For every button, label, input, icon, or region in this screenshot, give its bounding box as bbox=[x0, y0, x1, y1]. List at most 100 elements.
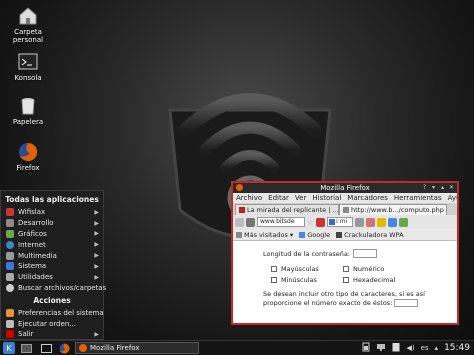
battery-icon[interactable] bbox=[362, 342, 370, 354]
menu-item-buscar[interactable]: Buscar archivos/carpetas bbox=[1, 283, 106, 294]
tab-replicante[interactable]: La mirada del replicante | ... ✕ bbox=[235, 204, 339, 215]
globe-icon bbox=[6, 240, 14, 249]
checkbox[interactable] bbox=[343, 266, 349, 272]
konsole-launcher-icon[interactable] bbox=[39, 342, 53, 355]
menu-item-internet[interactable]: Internet ▶ bbox=[1, 239, 103, 250]
menu-item-multimedia[interactable]: Multimedia ▶ bbox=[1, 250, 103, 261]
menu-item-wifislax[interactable]: Wifislax ▶ bbox=[1, 207, 103, 218]
start-menu: Todas las aplicaciones Wifislax ▶ Desarr… bbox=[0, 190, 106, 340]
firefox-icon bbox=[18, 142, 38, 162]
menu-item-label: Gráficos bbox=[18, 229, 47, 238]
maximize-icon[interactable]: ▴ bbox=[439, 184, 446, 191]
bookmark-mas-visitados[interactable]: Más visitados ▾ bbox=[236, 231, 293, 239]
extra-chars-input[interactable] bbox=[394, 299, 419, 307]
desktop-icon-label: Carpeta personal bbox=[12, 28, 44, 44]
multimedia-icon bbox=[6, 251, 14, 260]
google-icon bbox=[299, 231, 306, 238]
page-icon bbox=[336, 231, 343, 238]
task-firefox[interactable]: Mozilla Firefox bbox=[75, 342, 199, 354]
bookmark-label: Crackuladora WPA bbox=[344, 230, 404, 239]
password-length-input[interactable] bbox=[353, 249, 377, 258]
option-minusculas[interactable]: Minúsculas bbox=[271, 276, 343, 284]
extra-chars-description: Se desean incluir otro tipo de caractere… bbox=[263, 290, 443, 308]
checkbox[interactable] bbox=[271, 266, 277, 272]
menu-header-applications: Todas las aplicaciones bbox=[5, 195, 99, 204]
menu-item-label: Desarrollo bbox=[18, 219, 54, 228]
menu-item-desarrollo[interactable]: Desarrollo ▶ bbox=[1, 218, 103, 229]
trash-icon bbox=[18, 96, 38, 116]
desktop-icon-konsole[interactable]: Konsola bbox=[0, 52, 56, 82]
wifislax-icon bbox=[6, 208, 14, 217]
start-menu-button[interactable]: K bbox=[2, 342, 16, 355]
page-content: Longitud de la contraseña: Mayúsculas Nu… bbox=[233, 241, 457, 323]
home-icon[interactable] bbox=[366, 217, 376, 227]
keyboard-layout[interactable]: es bbox=[421, 344, 429, 352]
desktop-icon-trash[interactable]: Papelera bbox=[0, 96, 56, 126]
network-icon[interactable] bbox=[376, 342, 386, 354]
settings-icon bbox=[6, 308, 14, 317]
option-mayusculas[interactable]: Mayúsculas bbox=[271, 265, 343, 273]
menu-item-salir[interactable]: Salir ▶ bbox=[1, 329, 103, 340]
bookmarks-toolbar: Más visitados ▾ Google Crackuladora WPA bbox=[233, 229, 457, 241]
menu-item-utilidades[interactable]: Utilidades ▶ bbox=[1, 272, 103, 283]
page-icon bbox=[343, 207, 349, 213]
menu-item-sistema[interactable]: Sistema ▶ bbox=[1, 261, 103, 272]
menu-item-preferencias[interactable]: Preferencias del sistema bbox=[1, 307, 104, 318]
site-identity-icon[interactable] bbox=[246, 217, 255, 227]
menu-marcadores[interactable]: Marcadores bbox=[347, 193, 388, 203]
star-icon[interactable]: ☆ bbox=[307, 218, 314, 227]
extension-icon[interactable] bbox=[399, 217, 409, 227]
menu-herramientas[interactable]: Herramientas bbox=[394, 193, 442, 203]
system-tray: ◀) es ▴ 15:49 bbox=[362, 342, 474, 354]
window-titlebar[interactable]: Mozilla Firefox ? ▾ ▴ ✕ bbox=[233, 183, 457, 193]
close-icon[interactable]: ✕ bbox=[448, 184, 455, 191]
menu-header-actions: Acciones bbox=[33, 296, 71, 306]
menu-historial[interactable]: Historial bbox=[312, 193, 341, 203]
clock[interactable]: 15:49 bbox=[444, 343, 470, 353]
show-desktop-icon[interactable] bbox=[19, 342, 33, 355]
kde-menu-icon: K bbox=[3, 342, 15, 354]
terminal-icon bbox=[18, 52, 38, 72]
chevron-right-icon: ▶ bbox=[94, 252, 99, 260]
bookmark-google[interactable]: Google bbox=[299, 231, 330, 239]
menu-ayuda[interactable]: Ayuda bbox=[448, 193, 457, 203]
volume-icon[interactable]: ◀) bbox=[406, 344, 414, 352]
menu-item-graficos[interactable]: Gráficos ▶ bbox=[1, 229, 103, 240]
option-numerico[interactable]: Numérico bbox=[343, 265, 423, 273]
addon-icon[interactable] bbox=[377, 217, 387, 227]
taskbar: K Mozilla Firefox ◀) es ▴ 15:49 bbox=[0, 340, 474, 355]
desktop-icon-home[interactable]: Carpeta personal bbox=[0, 6, 56, 44]
menu-ver[interactable]: Ver bbox=[295, 193, 306, 203]
bookmark-label: Google bbox=[307, 230, 331, 239]
chevron-right-icon: ▶ bbox=[94, 230, 99, 238]
chevron-right-icon: ▶ bbox=[94, 273, 99, 281]
checkbox[interactable] bbox=[271, 277, 277, 283]
option-label: Minúsculas bbox=[281, 276, 317, 284]
home-folder-icon bbox=[18, 6, 38, 26]
charset-options: Mayúsculas Numérico Minúsculas Hexadecim… bbox=[263, 265, 457, 284]
help-icon[interactable]: ? bbox=[421, 184, 428, 191]
bookmark-crackuladora[interactable]: Crackuladora WPA bbox=[336, 230, 404, 239]
desktop-icon-firefox[interactable]: Firefox bbox=[0, 142, 56, 172]
run-icon bbox=[6, 319, 14, 328]
firefox-launcher-icon[interactable] bbox=[57, 342, 71, 355]
search-input[interactable]: i mi bbox=[327, 217, 354, 227]
gmail-icon[interactable] bbox=[388, 217, 398, 227]
checkbox[interactable] bbox=[343, 277, 349, 283]
reload-icon[interactable] bbox=[316, 217, 326, 227]
menu-item-ejecutar[interactable]: Ejecutar orden... bbox=[1, 318, 103, 329]
clipboard-icon[interactable] bbox=[392, 342, 400, 354]
chevron-up-icon[interactable]: ▴ bbox=[435, 344, 439, 352]
option-hexadecimal[interactable]: Hexadecimal bbox=[343, 276, 423, 284]
system-icon bbox=[6, 262, 14, 271]
url-input[interactable]: www.bitsde bbox=[257, 217, 305, 227]
menu-archivo[interactable]: Archivo bbox=[236, 193, 262, 203]
desktop-icon-label: Firefox bbox=[16, 164, 40, 172]
back-icon[interactable] bbox=[235, 217, 244, 227]
minimize-icon[interactable]: ▾ bbox=[430, 184, 437, 191]
utilities-icon bbox=[6, 273, 14, 282]
download-icon[interactable] bbox=[355, 217, 365, 227]
menu-editar[interactable]: Editar bbox=[268, 193, 289, 203]
menu-item-label: Wifislax bbox=[18, 208, 46, 217]
tab-computo[interactable]: http://www.b.../computo.php ✕ bbox=[339, 204, 447, 215]
